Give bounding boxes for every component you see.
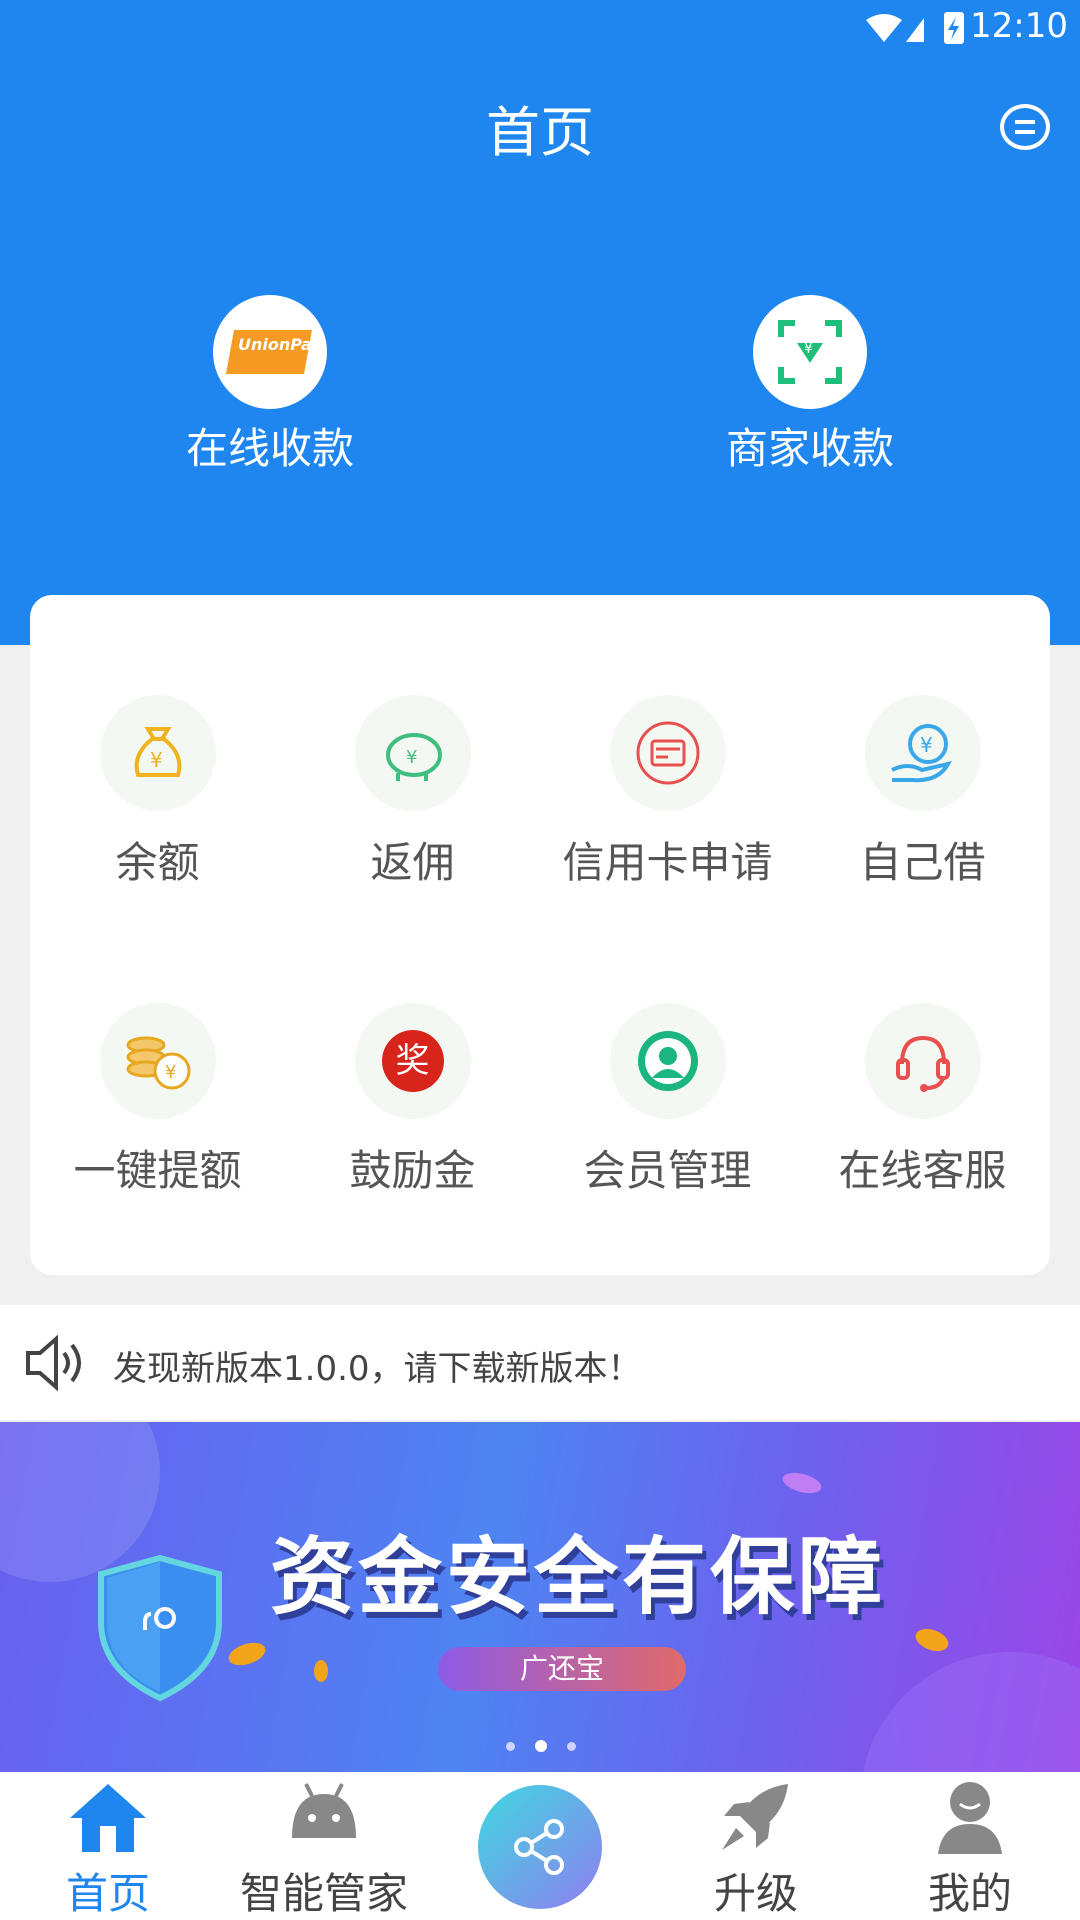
online-payment-button[interactable]: UnionPay 银联 在线收款 (120, 295, 420, 495)
service-label: 会员管理 (583, 1146, 752, 1195)
service-support[interactable]: 在线客服 (795, 1003, 1050, 1213)
unionpay-logo-text: UnionPay 银联 (238, 335, 316, 354)
carousel-dot-active[interactable] (535, 1740, 547, 1752)
service-label: 余额 (115, 838, 200, 887)
shield-icon (98, 1554, 222, 1702)
tab-label: 升级 (713, 1869, 798, 1918)
svg-text:¥: ¥ (165, 1062, 176, 1083)
svg-text:¥: ¥ (406, 747, 417, 768)
tab-mine[interactable]: 我的 (880, 1772, 1060, 1920)
tab-smart-butler[interactable]: 智能管家 (234, 1772, 414, 1920)
piggy-bank-icon: ¥ (354, 695, 471, 811)
svg-text:¥: ¥ (804, 341, 813, 357)
tab-upgrade[interactable]: 升级 (666, 1772, 846, 1920)
service-label: 信用卡申请 (562, 838, 773, 887)
merchant-payment-button[interactable]: ¥ 商家收款 (660, 295, 960, 495)
notice-text: 发现新版本1.0.0，请下载新版本！ (113, 1349, 642, 1389)
service-label: 在线客服 (838, 1146, 1007, 1195)
page-title: 首页 (486, 101, 594, 164)
service-balance[interactable]: ¥ 余额 (30, 695, 285, 905)
service-label: 返佣 (370, 838, 455, 887)
service-label: 自己借 (859, 838, 986, 887)
coins-icon: ¥ (99, 1003, 216, 1119)
tab-label: 智能管家 (239, 1869, 408, 1918)
carousel-dot[interactable] (506, 1742, 515, 1751)
coin-icon (780, 1469, 824, 1497)
coin-icon (912, 1624, 952, 1656)
service-label: 一键提额 (73, 1146, 242, 1195)
message-icon[interactable] (1000, 104, 1050, 150)
member-icon (609, 1003, 726, 1119)
svg-text:¥: ¥ (920, 733, 933, 757)
tab-home[interactable]: 首页 (18, 1772, 198, 1920)
service-rebate[interactable]: ¥ 返佣 (285, 695, 540, 905)
tab-label: 首页 (65, 1869, 150, 1918)
status-bar: 12:10 (0, 0, 1080, 60)
service-member[interactable]: 会员管理 (540, 1003, 795, 1213)
merchant-payment-label: 商家收款 (725, 424, 894, 473)
coin-icon (225, 1638, 269, 1670)
coin-icon (314, 1660, 328, 1682)
credit-card-icon (609, 695, 726, 811)
headset-icon (864, 1003, 981, 1119)
share-button[interactable] (478, 1785, 602, 1909)
signal-battery-icon (866, 12, 964, 44)
unionpay-icon: UnionPay 银联 (213, 295, 327, 409)
speaker-icon (26, 1335, 81, 1391)
money-bag-icon: ¥ (99, 695, 216, 811)
online-payment-label: 在线收款 (185, 424, 354, 473)
carousel-dot[interactable] (567, 1742, 576, 1751)
banner-tag: 广还宝 (438, 1647, 686, 1691)
user-icon (938, 1782, 1002, 1854)
service-reward[interactable]: 奖 鼓励金 (285, 1003, 540, 1213)
rocket-icon (722, 1784, 788, 1850)
banner-title: 资金安全有保障 (270, 1528, 887, 1626)
reward-icon: 奖 (354, 1003, 471, 1119)
service-credit-card[interactable]: 信用卡申请 (540, 695, 795, 905)
notice-bar[interactable]: 发现新版本1.0.0，请下载新版本！ (0, 1305, 1080, 1420)
svg-text:¥: ¥ (150, 748, 163, 772)
share-icon (514, 1819, 564, 1875)
status-time: 12:10 (970, 6, 1068, 46)
service-label: 鼓励金 (349, 1146, 476, 1195)
banner-decoration (860, 1652, 1080, 1772)
service-raise-limit[interactable]: ¥ 一键提额 (30, 1003, 285, 1213)
android-icon (292, 1783, 356, 1838)
service-self-loan[interactable]: ¥ 自己借 (795, 695, 1050, 905)
promo-banner[interactable]: 资金安全有保障 广还宝 (0, 1422, 1080, 1772)
scan-yuan-icon: ¥ (753, 295, 867, 409)
tab-label: 我的 (927, 1869, 1012, 1918)
home-icon (70, 1784, 146, 1852)
hand-yuan-icon: ¥ (864, 695, 981, 811)
